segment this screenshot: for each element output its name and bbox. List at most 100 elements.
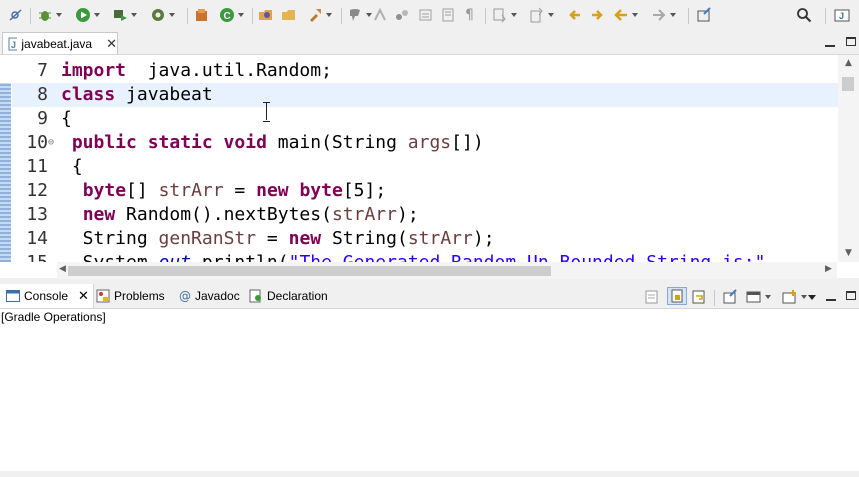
display-selected-console-dropdown-icon[interactable] (765, 295, 771, 299)
vertical-scroll-thumb[interactable] (842, 77, 854, 91)
run-button[interactable] (75, 6, 100, 24)
quick-access-search-icon (797, 8, 812, 23)
code-line[interactable]: 14 String genRanStr = new String(strArr)… (12, 227, 838, 251)
clear-console-button[interactable] (644, 288, 660, 306)
code-line[interactable]: 7 import java.util.Random; (12, 59, 838, 83)
quick-access-button[interactable] (796, 6, 812, 24)
open-console-button[interactable] (782, 288, 807, 306)
new-java-class-button[interactable]: C (219, 6, 244, 24)
svg-text:J: J (839, 11, 844, 21)
debug-button[interactable] (37, 6, 62, 24)
annotation-icon (350, 9, 360, 21)
code-editor[interactable]: 7 import java.util.Random; 8 class javabeat… (0, 54, 859, 279)
code-line[interactable]: 8 class javabeat (12, 83, 838, 107)
minimize-editor-button[interactable] (825, 37, 835, 47)
code-text: byte[] strArr = new byte[5]; (82, 180, 387, 201)
previous-edit-dropdown-icon[interactable] (548, 13, 554, 17)
toggle-block-selection-button[interactable] (394, 6, 410, 24)
fold-toggle-icon[interactable]: ⊖ (48, 131, 54, 155)
tab-problems-label: Problems (114, 289, 165, 303)
scroll-lock-button[interactable] (667, 287, 687, 305)
scroll-down-icon[interactable]: ▼ (845, 248, 852, 258)
new-java-package-icon (196, 9, 207, 21)
toggle-mark-occurrences-button[interactable] (372, 6, 388, 24)
tab-console[interactable]: Console ✕ (0, 284, 94, 308)
toggle-mark-occurrences-icon (374, 7, 386, 21)
code-area[interactable]: 7 import java.util.Random; 8 class javabeat… (12, 59, 838, 262)
word-wrap-button[interactable] (691, 288, 707, 306)
vertical-scrollbar[interactable]: ▲ ▼ (838, 55, 859, 262)
line-number: 15 (12, 251, 48, 262)
maximize-editor-button[interactable] (846, 37, 856, 46)
search-icon (310, 9, 321, 22)
code-line[interactable]: 10 ⊖ public static void main(String args[… (12, 131, 838, 155)
forward-dropdown-icon[interactable] (670, 13, 676, 17)
editor-tab-javabeat[interactable]: J javabeat.java ✕ (2, 32, 118, 54)
annotation-button[interactable] (347, 6, 372, 24)
last-edit-location-icon (569, 10, 580, 20)
code-line[interactable]: 11 { (12, 155, 838, 179)
code-text: new Random().nextBytes(strArr); (82, 204, 419, 225)
new-java-class-icon: C (220, 8, 234, 22)
open-task-button[interactable] (281, 6, 297, 24)
back-icon (614, 9, 627, 21)
pin-editor-button[interactable] (696, 6, 712, 24)
minimize-console-button[interactable] (826, 291, 836, 301)
change-ruler (0, 55, 12, 262)
word-wrap-icon (692, 290, 705, 304)
last-edit-location-button[interactable] (566, 6, 582, 24)
previous-edit-button[interactable] (529, 6, 554, 24)
code-line[interactable]: 13 new Random().nextBytes(strArr); (12, 203, 838, 227)
editor-tab-bar: J javabeat.java ✕ (0, 32, 859, 54)
back-dropdown-icon[interactable] (632, 13, 638, 17)
debug-dropdown-icon[interactable] (56, 13, 62, 17)
next-annotation-button[interactable] (418, 6, 434, 24)
scroll-up-icon[interactable]: ▲ (845, 58, 852, 68)
horizontal-scrollbar[interactable]: ◀ ▶ (57, 262, 837, 279)
code-text: String genRanStr = new String(strArr); (61, 228, 495, 249)
scroll-lock-icon (671, 289, 683, 303)
tab-javadoc[interactable]: @ Javadoc (179, 284, 240, 308)
next-edit-button[interactable] (492, 6, 517, 24)
code-line[interactable]: 15 System.out.println("The Generated Ran… (12, 251, 838, 262)
horizontal-scroll-thumb[interactable] (68, 266, 551, 276)
next-edit-dropdown-icon[interactable] (511, 13, 517, 17)
search-dropdown-icon[interactable] (326, 13, 332, 17)
skip-breakpoints-button[interactable] (8, 6, 24, 24)
run-dropdown-icon[interactable] (94, 13, 100, 17)
show-source-button[interactable] (440, 6, 456, 24)
pin-console-button[interactable] (722, 288, 738, 306)
scroll-right-icon[interactable]: ▶ (825, 264, 832, 274)
tab-problems[interactable]: Problems (96, 284, 165, 308)
display-selected-console-button[interactable] (746, 288, 771, 306)
tab-declaration[interactable]: Declaration (249, 284, 328, 308)
close-icon[interactable]: ✕ (106, 36, 117, 52)
coverage-dropdown-icon[interactable] (169, 13, 175, 17)
forward-button[interactable] (651, 6, 676, 24)
scroll-left-icon[interactable]: ◀ (59, 264, 66, 274)
console-title: [Gradle Operations] (1, 310, 106, 324)
problems-icon (96, 289, 110, 303)
console-output[interactable]: [Gradle Operations] (0, 309, 859, 477)
view-menu-button[interactable] (805, 288, 816, 306)
external-tools-button[interactable] (112, 6, 137, 24)
new-java-package-button[interactable] (194, 6, 210, 24)
bottom-panel-tab-bar: Console ✕ Problems @ Javadoc Declaration (0, 284, 859, 309)
external-tools-dropdown-icon[interactable] (131, 13, 137, 17)
new-java-class-dropdown-icon[interactable] (238, 13, 244, 17)
console-horizontal-scrollbar[interactable] (0, 471, 859, 477)
open-type-icon (259, 10, 272, 20)
next-annotation-nav-icon (592, 10, 603, 20)
back-button[interactable] (613, 6, 638, 24)
search-button[interactable] (307, 6, 332, 24)
show-whitespace-button[interactable]: ¶ (465, 6, 474, 24)
coverage-button[interactable] (150, 6, 175, 24)
line-number: 12 (26, 180, 48, 201)
next-annotation-nav-button[interactable] (590, 6, 606, 24)
code-line[interactable]: 12 byte[] strArr = new byte[5]; (12, 179, 838, 203)
java-perspective-button[interactable]: J (834, 6, 850, 24)
close-icon[interactable]: ✕ (78, 288, 89, 304)
maximize-console-button[interactable] (846, 291, 856, 300)
code-line[interactable]: 9{ (12, 107, 838, 131)
open-type-button[interactable] (258, 6, 274, 24)
